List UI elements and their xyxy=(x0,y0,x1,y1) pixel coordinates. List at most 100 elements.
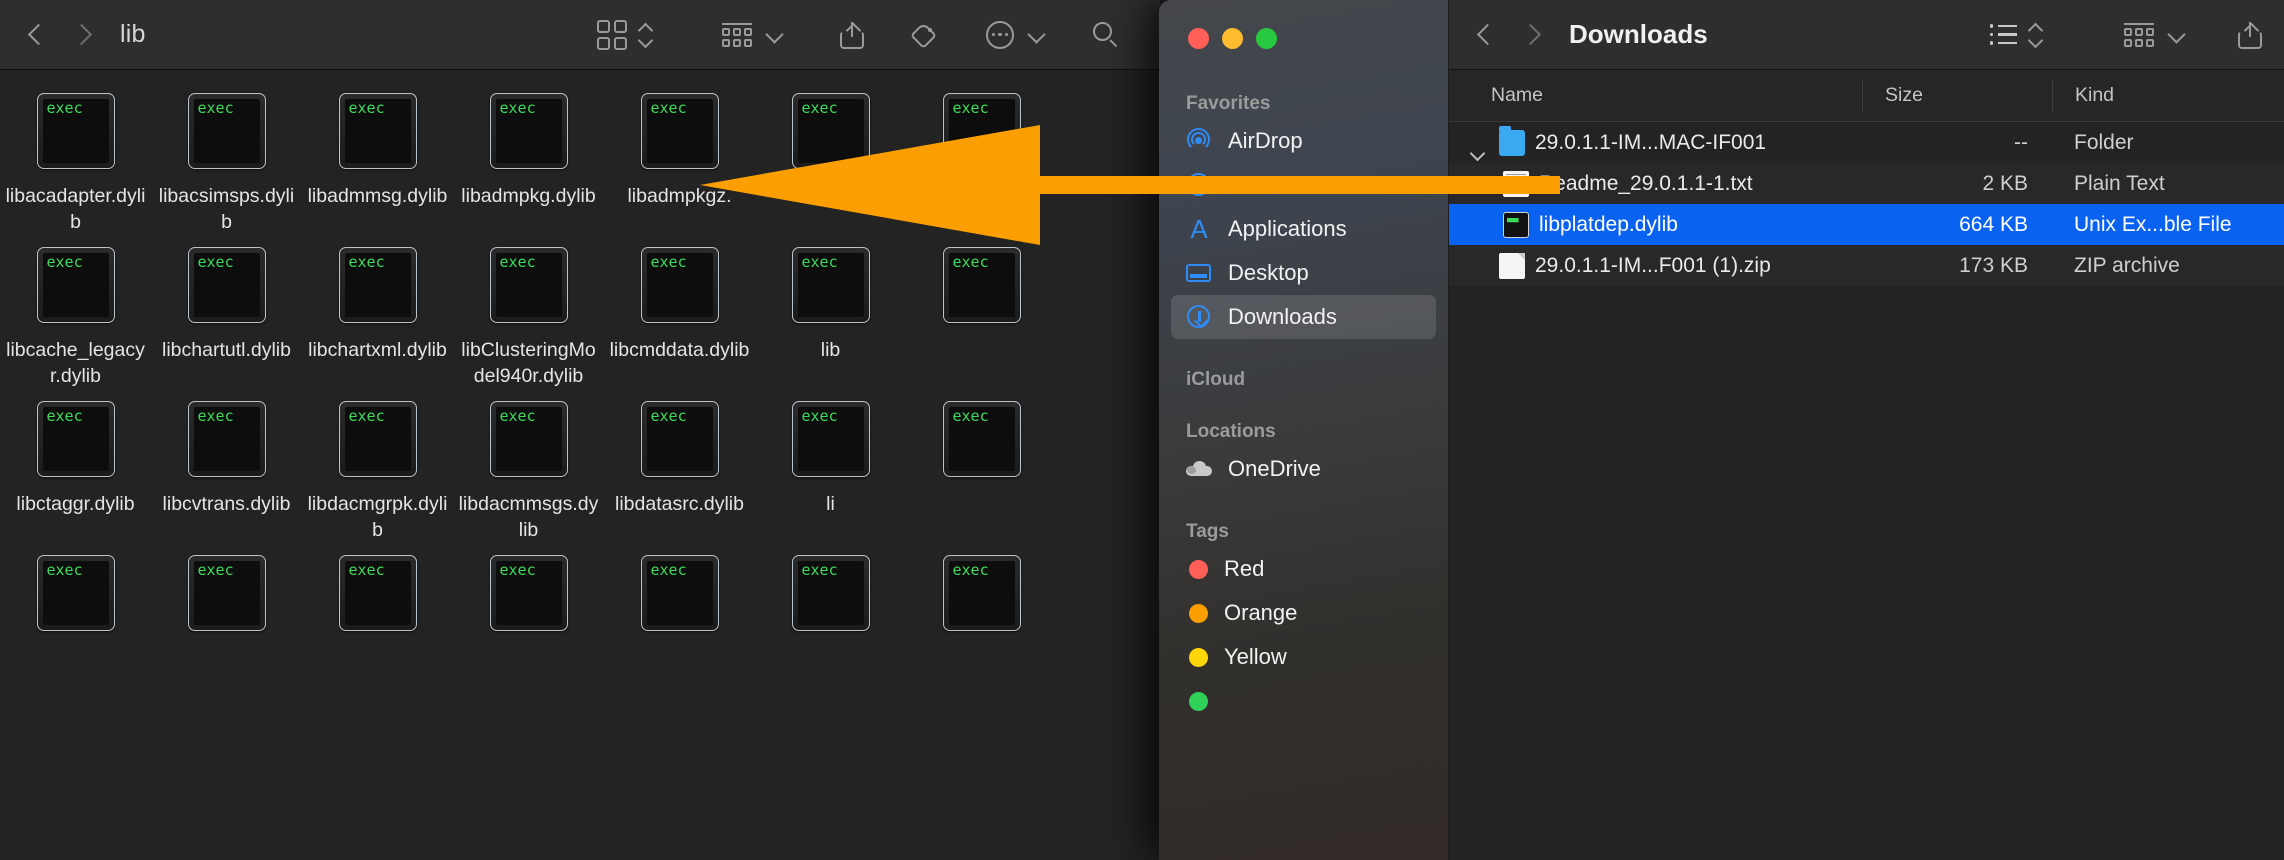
back-window-toolbar: lib xyxy=(0,0,1160,70)
zoom-button[interactable] xyxy=(1256,28,1277,49)
file-icon-item[interactable]: exec libctaggr.dylib xyxy=(0,401,151,555)
search-button[interactable] xyxy=(1080,13,1132,57)
file-icon-item[interactable]: exec libchartxml.dylib xyxy=(302,247,453,401)
file-icon-item[interactable]: exec xyxy=(302,555,453,709)
file-icon-item[interactable]: exec libadmpkg.dylib xyxy=(453,93,604,247)
file-icon-item[interactable]: exec libadmpkgz. xyxy=(604,93,755,247)
forward-button[interactable] xyxy=(70,22,96,48)
sidebar-item-desktop[interactable]: Desktop xyxy=(1171,251,1436,295)
file-icon-item[interactable]: exec libacsimsps.dylib xyxy=(151,93,302,247)
back-button[interactable] xyxy=(24,22,50,48)
file-icon-item[interactable]: exec xyxy=(453,555,604,709)
exec-badge-text: exec xyxy=(948,561,1015,625)
exec-badge-text: exec xyxy=(948,253,1015,317)
file-icon-item[interactable]: exec libcache_legacyr.dylib xyxy=(0,247,151,401)
file-icon-item[interactable]: exec libClusteringModel940r.dylib xyxy=(453,247,604,401)
sidebar-section-header: iCloud xyxy=(1186,369,1246,390)
file-icon-item[interactable]: exec xyxy=(755,555,906,709)
file-icon-item[interactable]: exec libdacmgrpk.dylib xyxy=(302,401,453,555)
exec-badge-text: exec xyxy=(646,99,713,163)
view-stepper-icon[interactable] xyxy=(639,25,652,44)
file-icon-item[interactable]: exec libadmmsg.dylib xyxy=(302,93,453,247)
list-view-button[interactable] xyxy=(1978,13,2055,57)
file-icon-item[interactable]: exec xyxy=(151,555,302,709)
unix-exec-icon: exec xyxy=(36,93,115,169)
file-icon-item[interactable]: exec li xyxy=(755,401,906,555)
sidebar-item-red[interactable]: Red xyxy=(1171,547,1436,591)
more-actions-button[interactable] xyxy=(974,13,1056,57)
unix-exec-icon: exec xyxy=(791,555,870,631)
file-icon-label: libctaggr.dylib xyxy=(16,493,135,515)
file-icon-item[interactable]: exec libchartutl.dylib xyxy=(151,247,302,401)
column-header-row: Name Size Kind xyxy=(1449,70,2284,122)
unix-exec-icon: ■■■ xyxy=(1503,211,1529,238)
tag-dot-icon xyxy=(1189,603,1208,623)
column-header-name[interactable]: Name xyxy=(1449,84,1862,107)
minimize-button[interactable] xyxy=(1222,28,1243,49)
row-name-cell: 29.0.1.1-IM...F001 (1).zip xyxy=(1449,252,1862,279)
back-window-navigation xyxy=(24,22,96,48)
table-row[interactable]: 29.0.1.1-IM...MAC-IF001 -- Folder xyxy=(1449,122,2284,163)
sidebar-item-downloads[interactable]: Downloads xyxy=(1171,295,1436,339)
group-by-button[interactable] xyxy=(710,13,794,57)
file-icon-item[interactable]: exec libacadapter.dylib xyxy=(0,93,151,247)
unix-exec-icon: exec xyxy=(187,555,266,631)
table-row[interactable]: ■■■ libplatdep.dylib 664 KB Unix Ex...ble F… xyxy=(1449,204,2284,245)
icon-view-button[interactable] xyxy=(585,13,664,57)
file-icon-item[interactable]: exec lib xyxy=(755,247,906,401)
sidebar-section-header: Tags xyxy=(1186,521,1229,542)
file-icon-item[interactable]: exec xyxy=(604,555,755,709)
tag-icon xyxy=(910,21,940,49)
file-icon-item[interactable]: exec xyxy=(0,555,151,709)
sidebar-item-recents[interactable]: Recents xyxy=(1171,163,1436,207)
file-icon-item[interactable]: exec xyxy=(906,247,1057,401)
sidebar-item-orange[interactable]: Orange xyxy=(1171,591,1436,635)
file-icon-item[interactable]: exec xyxy=(906,93,1057,247)
file-icon-item[interactable]: exec libcvtrans.dylib xyxy=(151,401,302,555)
sidebar-item-label: Applications xyxy=(1228,216,1347,241)
group-by-icon xyxy=(722,22,752,47)
sidebar-item-airdrop[interactable]: AirDrop xyxy=(1171,119,1436,163)
exec-badge-text: exec xyxy=(42,561,109,625)
row-kind-cell: Folder xyxy=(2074,130,2134,154)
table-row[interactable]: txt Readme_29.0.1.1-1.txt 2 KB Plain Text xyxy=(1449,163,2284,204)
file-icon-item[interactable]: exec li xyxy=(755,93,906,247)
forward-button[interactable] xyxy=(1519,22,1545,48)
file-icon-item[interactable]: exec xyxy=(906,555,1057,709)
column-header-kind[interactable]: Kind xyxy=(2052,78,2284,113)
finder-content-pane: Downloads Name Size Kind 29.0.1.1-IM...M… xyxy=(1449,0,2284,860)
share-button[interactable] xyxy=(2226,13,2274,57)
file-icon-item[interactable]: exec libdatasrc.dylib xyxy=(604,401,755,555)
row-name-text: libplatdep.dylib xyxy=(1539,212,1678,236)
sidebar-item-label: Red xyxy=(1224,556,1265,581)
exec-badge-text: exec xyxy=(797,407,864,471)
group-by-button[interactable] xyxy=(2112,13,2196,57)
file-icon-label: lib xyxy=(820,339,841,361)
unix-exec-icon: exec xyxy=(942,555,1021,631)
exec-badge-text: exec xyxy=(42,407,109,471)
tag-dot-icon xyxy=(1189,559,1208,579)
sidebar-item-label: Desktop xyxy=(1228,260,1309,285)
front-window-toolbar: Downloads xyxy=(1449,0,2284,70)
sidebar-item-onedrive[interactable]: OneDrive xyxy=(1171,447,1436,491)
back-window-title: lib xyxy=(120,20,146,48)
sidebar-item-applications[interactable]: A Applications xyxy=(1171,207,1436,251)
row-size-cell: -- xyxy=(2014,130,2028,154)
table-row[interactable]: 29.0.1.1-IM...F001 (1).zip 173 KB ZIP arch… xyxy=(1449,245,2284,286)
view-stepper-icon[interactable] xyxy=(2029,25,2042,44)
exec-badge-text: exec xyxy=(797,253,864,317)
close-button[interactable] xyxy=(1188,28,1209,49)
file-icon-label: libacsimsps.dylib xyxy=(158,185,295,233)
sidebar-item-yellow[interactable]: Yellow xyxy=(1171,635,1436,679)
file-icon-item[interactable]: exec libcmddata.dylib xyxy=(604,247,755,401)
unix-exec-icon: exec xyxy=(187,401,266,477)
share-button[interactable] xyxy=(828,13,876,57)
column-header-size[interactable]: Size xyxy=(1862,78,2052,113)
file-icon-item[interactable]: exec xyxy=(906,401,1057,555)
unix-exec-icon: exec xyxy=(942,247,1021,323)
sidebar-item-tag[interactable] xyxy=(1171,679,1436,723)
file-icon-item[interactable]: exec libdacmmsgs.dylib xyxy=(453,401,604,555)
back-button[interactable] xyxy=(1473,22,1499,48)
exec-badge-text: exec xyxy=(797,561,864,625)
tag-button[interactable] xyxy=(900,13,952,57)
